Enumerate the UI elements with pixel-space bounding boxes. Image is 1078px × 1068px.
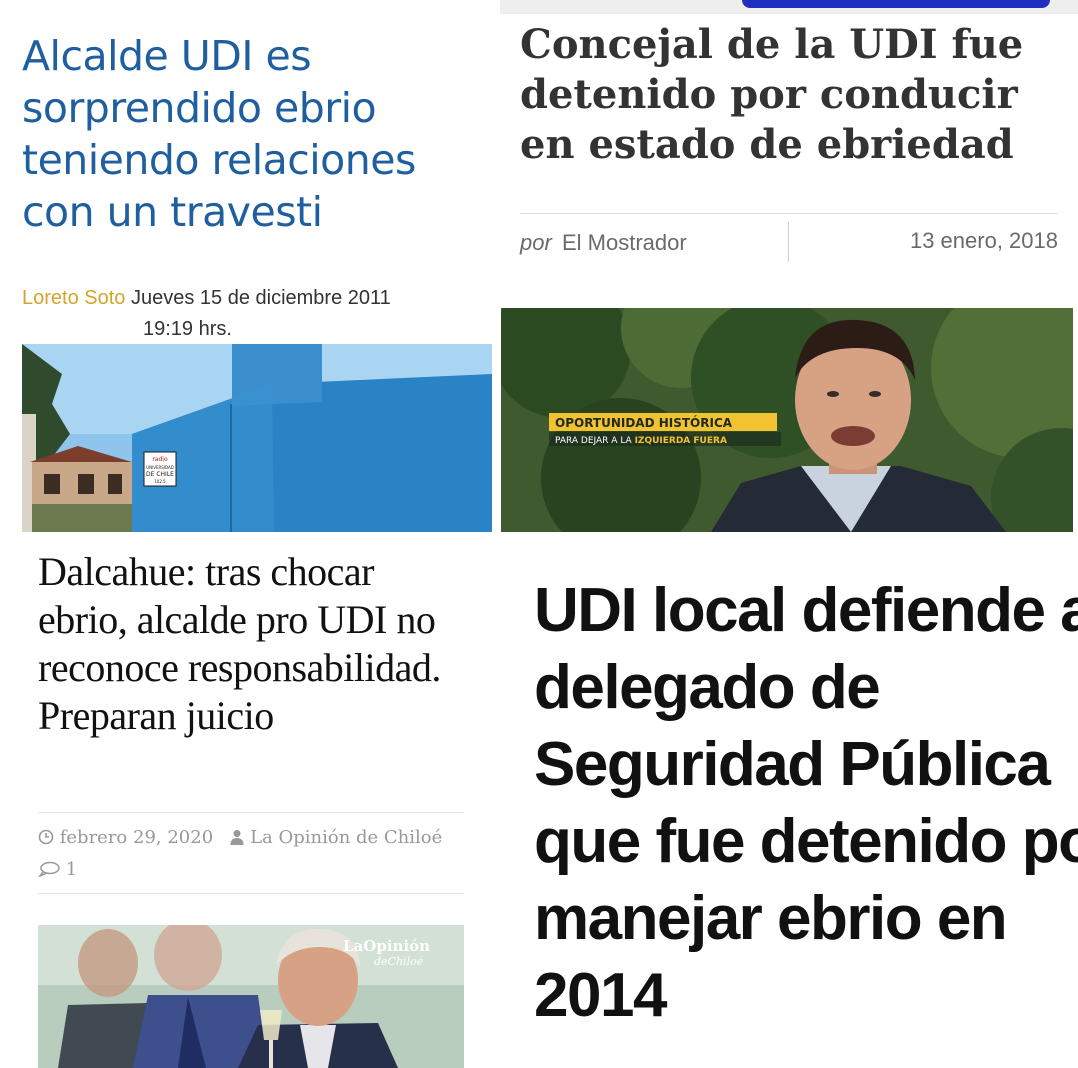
author-link[interactable]: La Opinión de Chiloé xyxy=(250,827,442,848)
divider xyxy=(520,213,1058,214)
svg-text:radio: radio xyxy=(152,456,168,463)
article-meta: febrero 29, 2020 La Opinión de Chiloé 1 xyxy=(37,822,464,886)
source-link[interactable]: El Mostrador xyxy=(562,230,687,256)
watermark-line2: deChiloé xyxy=(374,955,424,968)
headline-line: delegado de xyxy=(534,653,881,722)
divider xyxy=(38,812,464,813)
byline-separator xyxy=(788,222,789,262)
publish-date: Jueves 15 de diciembre 2011 xyxy=(130,287,391,309)
article-photo-radio-building[interactable]: radio UNIVERSIDAD DE CHILE 102.5 xyxy=(22,344,492,532)
divider xyxy=(38,893,464,894)
headline-line: manejar ebrio en xyxy=(534,884,1008,953)
svg-text:DE CHILE: DE CHILE xyxy=(146,471,174,478)
article-photo-toast[interactable]: LaOpinión deChiloé xyxy=(38,925,464,1068)
svg-text:UNIVERSIDAD: UNIVERSIDAD xyxy=(146,465,174,470)
byline-prefix: por xyxy=(520,230,552,255)
comment-icon xyxy=(37,861,60,878)
article-byline: por El Mostrador 13 enero, 2018 xyxy=(520,222,1058,262)
clock-icon xyxy=(38,829,54,845)
header-pill xyxy=(742,0,1050,8)
article-byline: Loreto Soto Jueves 15 de diciembre 2011 … xyxy=(22,283,492,345)
article-headline-concejal[interactable]: Concejal de la UDI fue detenido por cond… xyxy=(520,20,1070,170)
publish-time: 19:19 hrs. xyxy=(143,318,232,340)
article-headline-delegado[interactable]: UDI local defiende a delegado de Segurid… xyxy=(534,572,1078,1034)
article-headline-alcalde[interactable]: Alcalde UDI es sorprendido ebrio teniend… xyxy=(22,30,482,238)
user-icon xyxy=(230,830,244,845)
watermark-line1: LaOpinión xyxy=(343,937,430,955)
svg-text:102.5: 102.5 xyxy=(154,479,166,484)
publish-date: febrero 29, 2020 xyxy=(59,827,214,848)
banner-subtitle: PARA DEJAR A LA IZQUIERDA FUERA xyxy=(555,436,727,446)
headline-line: 2014 xyxy=(534,961,667,1030)
headline-line: que fue detenido por xyxy=(534,807,1078,876)
banner-title: OPORTUNIDAD HISTÓRICA xyxy=(555,415,733,430)
headline-line: UDI local defiende a xyxy=(534,576,1078,645)
headline-line: Seguridad Pública xyxy=(534,730,1051,799)
publish-date: 13 enero, 2018 xyxy=(909,228,1058,253)
article-photo-delegado[interactable]: OPORTUNIDAD HISTÓRICA PARA DEJAR A LA IZ… xyxy=(501,308,1073,532)
author-link[interactable]: Loreto Soto xyxy=(22,287,125,309)
comment-count[interactable]: 1 xyxy=(66,859,77,880)
article-headline-dalcahue[interactable]: Dalcahue: tras chocar ebrio, alcalde pro… xyxy=(38,548,468,740)
